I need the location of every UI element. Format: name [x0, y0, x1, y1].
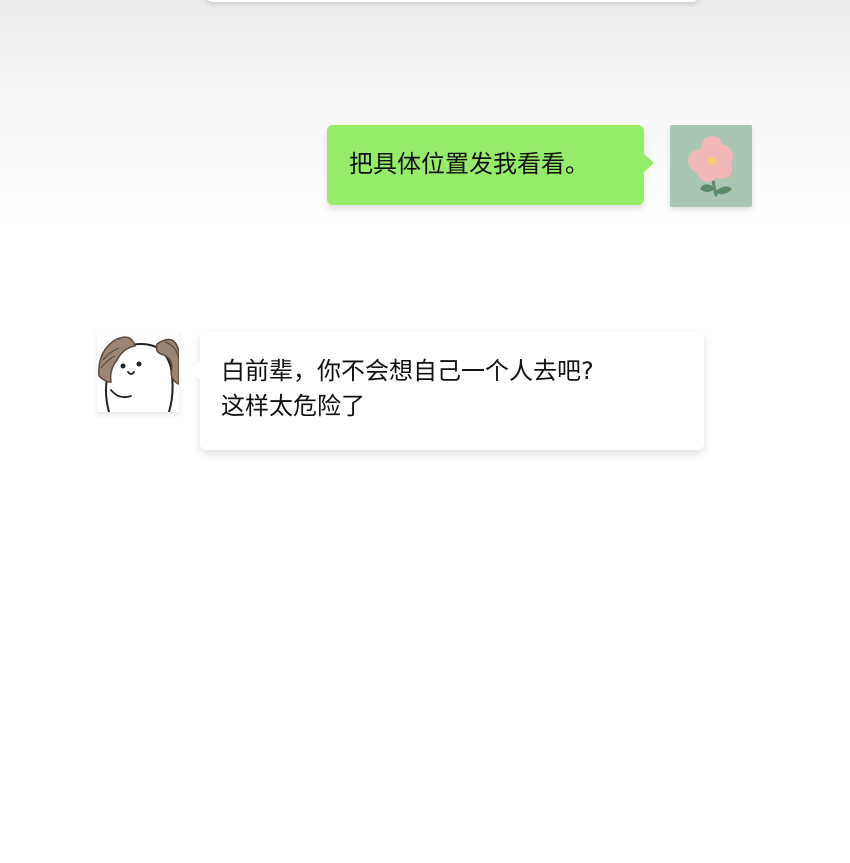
sent-message-bubble[interactable]: 把具体位置发我看看。: [327, 125, 654, 205]
ram-icon: [97, 330, 179, 412]
sender-avatar[interactable]: [670, 125, 752, 207]
flower-icon: [670, 125, 752, 207]
message-text-line-1: 白前辈，你不会想自己一个人去吧?: [221, 357, 594, 385]
contact-avatar[interactable]: [97, 330, 179, 412]
message-text-line-2: 这样太危险了: [221, 392, 365, 420]
received-message-bubble[interactable]: 白前辈，你不会想自己一个人去吧? 这样太危险了: [189, 332, 704, 450]
previous-message-bubble: [205, 0, 700, 2]
message-text: 把具体位置发我看看。: [349, 150, 589, 178]
